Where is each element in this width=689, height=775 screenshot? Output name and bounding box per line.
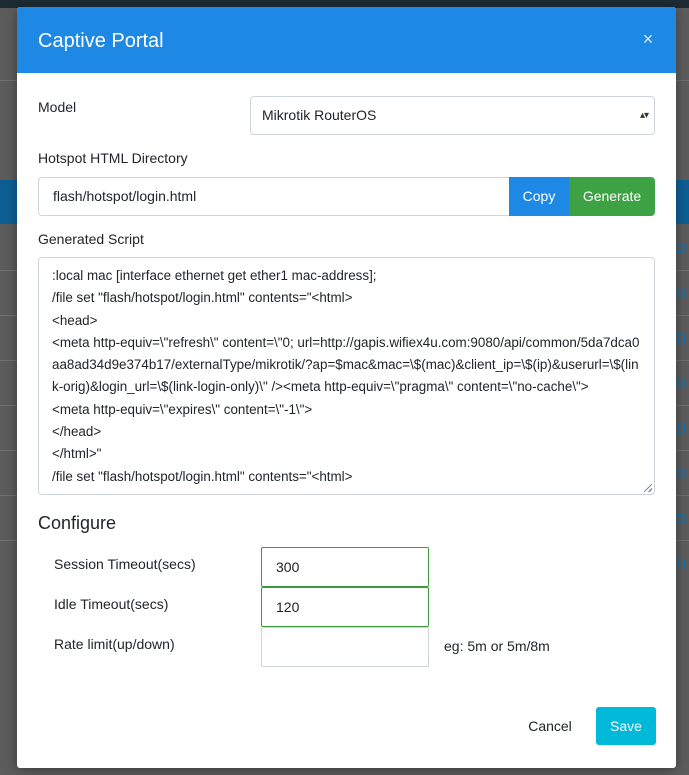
copy-button[interactable]: Copy <box>509 177 569 216</box>
close-icon[interactable]: × <box>638 29 658 49</box>
model-select[interactable]: Mikrotik RouterOS ▴▾ <box>250 96 655 135</box>
background-row-marker: D <box>677 375 688 391</box>
directory-input[interactable]: flash/hotspot/login.html <box>38 177 510 216</box>
background-row-marker: D <box>677 465 688 481</box>
background-row-marker: D <box>677 510 688 526</box>
background-row-marker: D <box>677 240 688 256</box>
background-row-marker: D <box>677 420 688 436</box>
resize-handle-icon[interactable] <box>644 484 652 492</box>
save-button[interactable]: Save <box>596 707 656 745</box>
generated-script-label: Generated Script <box>38 231 144 247</box>
modal-title: Captive Portal <box>38 30 164 52</box>
model-label: Model <box>38 99 77 115</box>
idle-timeout-input[interactable]: 120 <box>261 587 429 627</box>
directory-label: Hotspot HTML Directory <box>38 150 188 166</box>
model-select-value: Mikrotik RouterOS <box>262 107 377 123</box>
configure-heading: Configure <box>38 513 117 533</box>
background-row-marker: D <box>677 285 688 301</box>
select-caret-icon: ▴▾ <box>639 110 649 121</box>
session-timeout-label: Session Timeout(secs) <box>54 556 196 572</box>
background-row-marker: D <box>677 330 688 346</box>
generated-script-textarea[interactable]: :local mac [interface ethernet get ether… <box>38 257 655 495</box>
rate-limit-label: Rate limit(up/down) <box>54 636 175 652</box>
modal-header: Captive Portal × <box>17 7 676 73</box>
idle-timeout-label: Idle Timeout(secs) <box>54 596 169 612</box>
generate-button[interactable]: Generate <box>569 177 655 216</box>
session-timeout-input[interactable]: 300 <box>261 547 429 587</box>
cancel-button[interactable]: Cancel <box>520 707 580 745</box>
generated-script-text: :local mac [interface ethernet get ether… <box>52 268 640 484</box>
background-row-marker: D <box>677 555 688 571</box>
rate-limit-input[interactable] <box>261 627 429 667</box>
captive-portal-modal: Captive Portal × Model Mikrotik RouterOS… <box>17 7 676 768</box>
rate-limit-hint: eg: 5m or 5m/8m <box>444 638 550 654</box>
